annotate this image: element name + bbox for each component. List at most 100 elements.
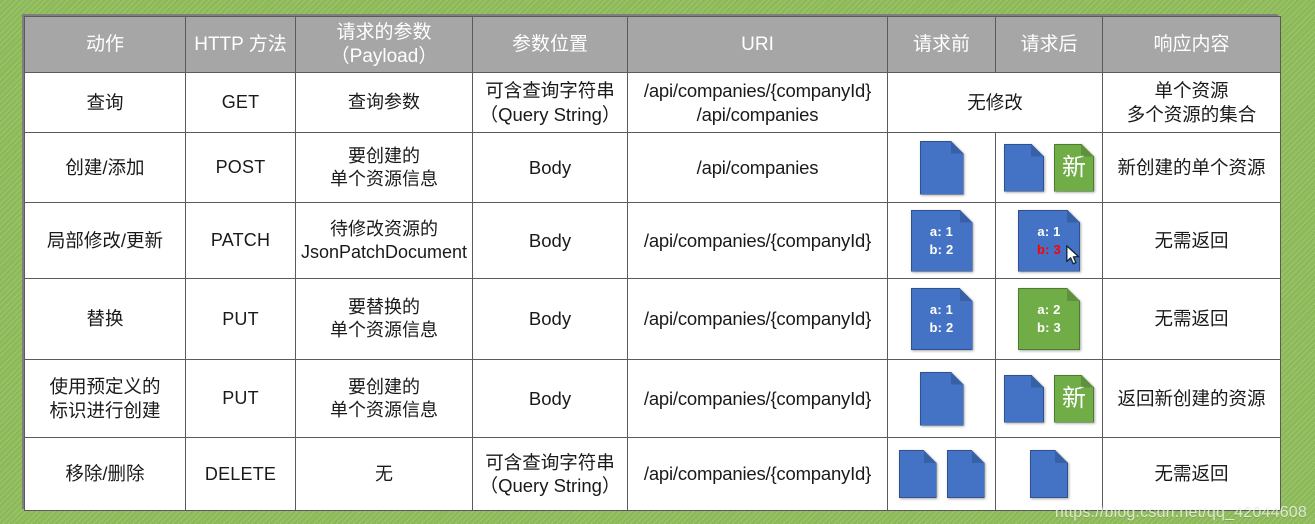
cell-uri-put-replace: /api/companies/{companyId} [627, 278, 888, 360]
cell-before-delete [887, 437, 996, 511]
column-header-action-line1: 动作 [85, 33, 124, 55]
cell-action-patch: 局部修改/更新 [24, 202, 186, 279]
resource-document-icon [920, 140, 964, 195]
table-header: 动作 HTTP 方法 请求的参数 （Payload） 参数位置 URI 请求前 … [24, 16, 1281, 73]
icon-group-after-post: 新 [1000, 135, 1098, 200]
field-a-value: a: 2 [1037, 302, 1061, 318]
cell-before-put-create [887, 359, 996, 438]
new-badge-label: 新 [1062, 384, 1086, 412]
column-header-before-request: 请求前 [887, 16, 996, 73]
cell-payload-get: 查询参数 [295, 72, 473, 133]
cell-before-patch: a: 1 b: 2 [887, 202, 996, 279]
column-header-after-request-line1: 请求后 [1020, 33, 1078, 55]
cell-method-get: GET [185, 72, 296, 133]
slide-canvas: 动作 HTTP 方法 请求的参数 （Payload） 参数位置 URI 请求前 … [0, 0, 1315, 524]
field-a-value: a: 1 [929, 223, 954, 239]
icon-group-after-put-create: 新 [1000, 362, 1098, 435]
cell-uri-delete: /api/companies/{companyId} [627, 437, 888, 511]
cell-response-patch: 无需返回 [1102, 202, 1281, 279]
field-b-value: b: 2 [929, 241, 954, 257]
cell-after-put-replace: a: 2 b: 3 [995, 278, 1103, 360]
cell-position-delete: 可含查询字符串 （Query String） [472, 437, 628, 511]
cell-action-get: 查询 [24, 72, 186, 133]
column-header-payload-line2: （Payload） [330, 45, 438, 67]
cell-after-delete [995, 437, 1103, 511]
cell-response-put-create: 返回新创建的资源 [1102, 359, 1281, 438]
table-row: 移除/删除 DELETE 无 可含查询字符串 （Query String） /a… [24, 437, 1281, 511]
cell-position-get: 可含查询字符串 （Query String） [472, 72, 628, 133]
column-header-payload: 请求的参数 （Payload） [295, 16, 473, 73]
table-row: 创建/添加 POST 要创建的 单个资源信息 Body /api/compani… [24, 132, 1281, 203]
cell-before-post [887, 132, 996, 203]
resource-document-icon [1030, 450, 1068, 498]
cell-action-delete: 移除/删除 [24, 437, 186, 511]
cell-uri-post: /api/companies [627, 132, 888, 203]
field-b-value: b: 2 [929, 320, 954, 335]
column-header-before-request-line1: 请求前 [912, 33, 970, 55]
cell-after-post: 新 [995, 132, 1103, 203]
cell-payload-patch: 待修改资源的 JsonPatchDocument [295, 202, 473, 279]
watermark-text: https://blog.csdn.net/qq_42044608 [1054, 504, 1307, 521]
cell-before-after-get-merged: 无修改 [887, 72, 1103, 133]
icon-group-after-put-replace: a: 2 b: 3 [1000, 281, 1098, 357]
cell-position-patch: Body [472, 202, 628, 279]
field-a-value: a: 1 [929, 302, 954, 318]
resource-document-icon [947, 450, 985, 498]
cell-payload-put-create: 要创建的 单个资源信息 [295, 359, 473, 438]
cell-method-patch: PATCH [185, 202, 296, 279]
cell-after-patch: a: 1 b: 3 [995, 202, 1103, 279]
cell-method-put-create: PUT [185, 359, 296, 438]
icon-group-after-patch: a: 1 b: 3 [1000, 205, 1098, 276]
column-header-uri-line1: URI [741, 33, 774, 55]
resource-document-icon [1004, 143, 1044, 192]
field-a-value: a: 1 [1037, 223, 1061, 239]
cell-response-post: 新创建的单个资源 [1102, 132, 1281, 203]
resource-document-icon: a: 1 b: 3 [1018, 209, 1080, 272]
resource-document-icon [1004, 374, 1044, 423]
new-badge-label: 新 [1062, 153, 1086, 181]
http-methods-table: 动作 HTTP 方法 请求的参数 （Payload） 参数位置 URI 请求前 … [24, 16, 1281, 511]
new-resource-document-icon: 新 [1054, 374, 1094, 423]
cell-position-post: Body [472, 132, 628, 203]
cell-method-delete: DELETE [185, 437, 296, 511]
cell-payload-put-replace: 要替换的 单个资源信息 [295, 278, 473, 360]
icon-group-before-patch: a: 1 b: 2 [892, 205, 991, 276]
table-row: 使用预定义的 标识进行创建 PUT 要创建的 单个资源信息 Body /api/ [24, 359, 1281, 438]
http-methods-table-container: 动作 HTTP 方法 请求的参数 （Payload） 参数位置 URI 请求前 … [22, 14, 1281, 511]
column-header-uri: URI [627, 16, 888, 73]
field-b-value-changed: b: 3 [1037, 241, 1061, 257]
table-row: 替换 PUT 要替换的 单个资源信息 Body /api/companies/{… [24, 278, 1281, 360]
cell-response-get: 单个资源 多个资源的集合 [1102, 72, 1281, 133]
column-header-response-content-line1: 响应内容 [1153, 33, 1230, 55]
column-header-payload-line1: 请求的参数 [336, 22, 432, 44]
column-header-action: 动作 [24, 16, 186, 73]
cell-response-put-replace: 无需返回 [1102, 278, 1281, 360]
resource-document-icon [920, 371, 964, 426]
resource-document-icon [899, 450, 937, 498]
new-resource-document-icon: 新 [1054, 143, 1094, 192]
resource-document-icon: a: 1 b: 2 [911, 209, 973, 272]
replaced-resource-document-icon: a: 2 b: 3 [1018, 288, 1080, 350]
icon-group-before-put-create [892, 362, 991, 435]
cell-position-put-create: Body [472, 359, 628, 438]
cell-uri-get: /api/companies/{companyId} /api/companie… [627, 72, 888, 133]
cell-action-put-replace: 替换 [24, 278, 186, 360]
cell-method-put-replace: PUT [185, 278, 296, 360]
column-header-response-content: 响应内容 [1102, 16, 1281, 73]
column-header-after-request: 请求后 [995, 16, 1103, 73]
field-b-value: b: 3 [1037, 320, 1061, 335]
column-header-parameter-position: 参数位置 [472, 16, 628, 73]
cell-position-put-replace: Body [472, 278, 628, 360]
column-header-parameter-position-line1: 参数位置 [511, 33, 588, 55]
icon-group-before-post [892, 135, 991, 200]
cell-payload-delete: 无 [295, 437, 473, 511]
cell-payload-post: 要创建的 单个资源信息 [295, 132, 473, 203]
resource-document-icon: a: 1 b: 2 [911, 288, 973, 350]
cell-response-delete: 无需返回 [1102, 437, 1281, 511]
icon-group-before-delete [892, 440, 991, 508]
cell-action-put-create: 使用预定义的 标识进行创建 [24, 359, 186, 438]
cell-action-post: 创建/添加 [24, 132, 186, 203]
icon-group-after-delete [1000, 440, 1098, 508]
column-header-http-method: HTTP 方法 [185, 16, 296, 73]
table-header-row: 动作 HTTP 方法 请求的参数 （Payload） 参数位置 URI 请求前 … [24, 16, 1281, 73]
